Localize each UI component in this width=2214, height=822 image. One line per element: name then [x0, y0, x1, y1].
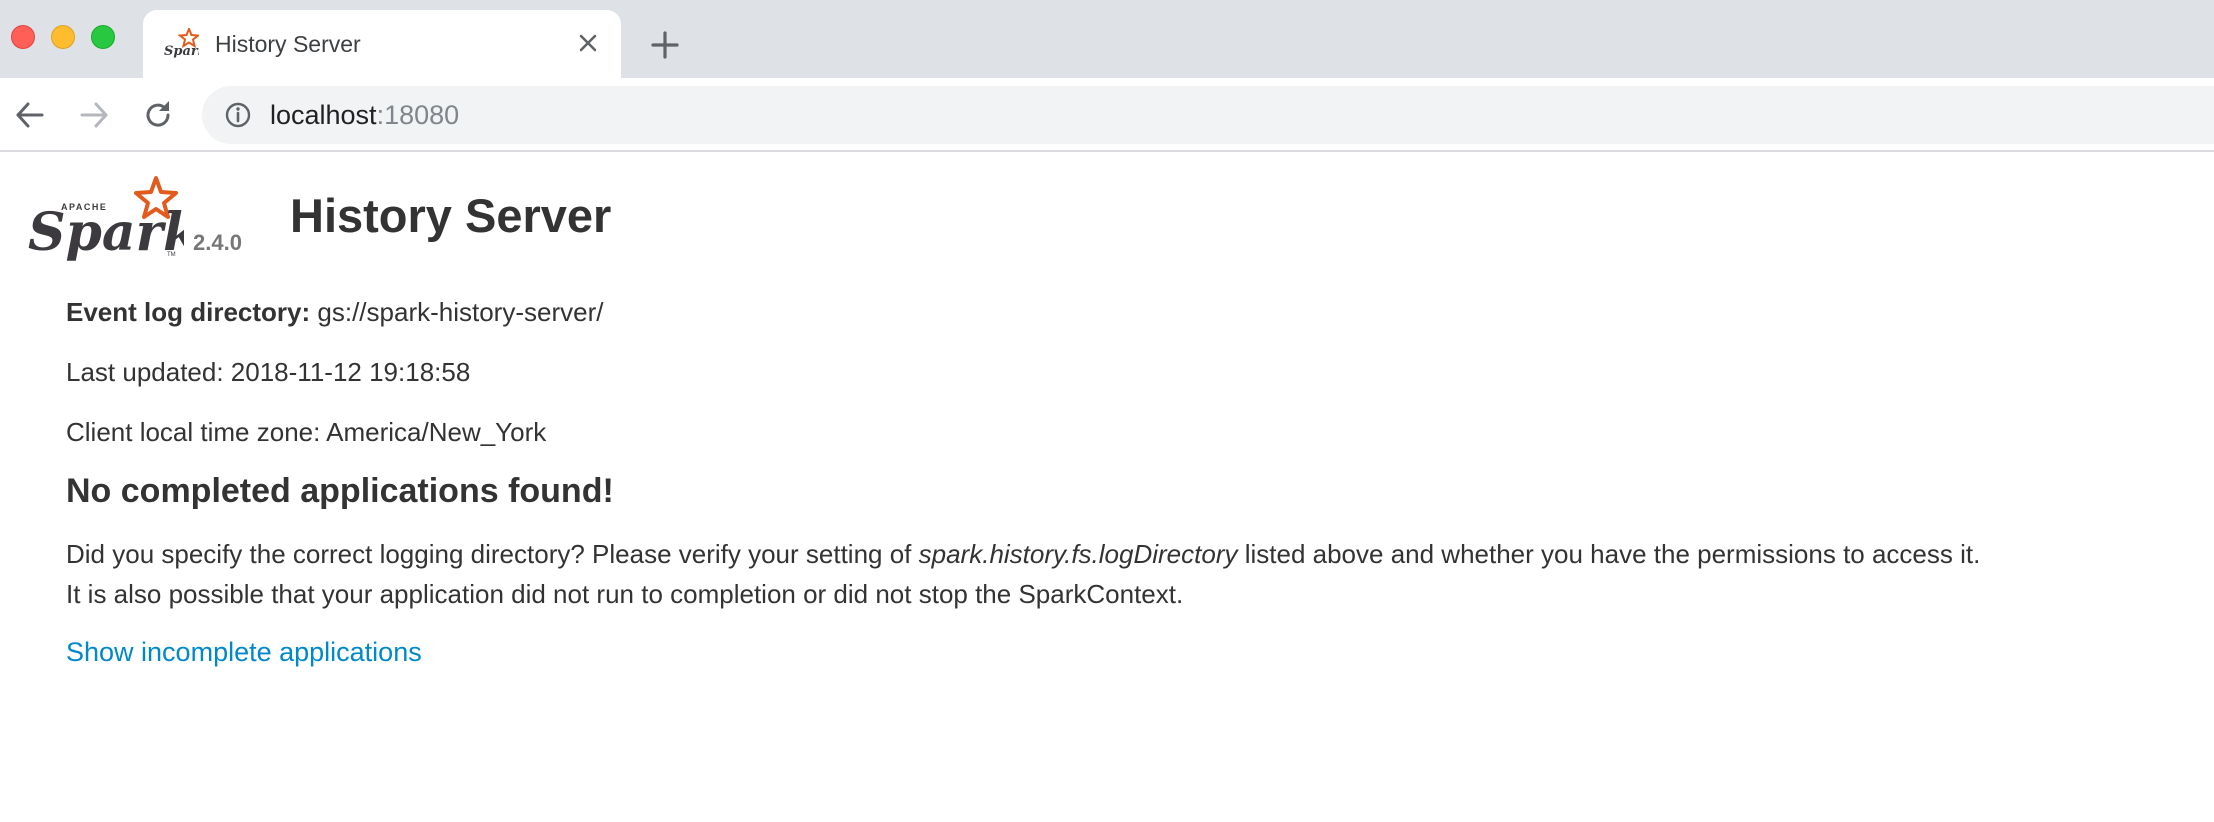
- event-log-directory: Event log directory: gs://spark-history-…: [66, 297, 603, 328]
- info-icon[interactable]: [224, 101, 252, 129]
- url-port: :18080: [376, 100, 460, 130]
- reload-icon[interactable]: [140, 97, 176, 133]
- maximize-window-button[interactable]: [91, 25, 115, 49]
- page-title: History Server: [290, 189, 612, 242]
- event-log-value: gs://spark-history-server/: [317, 297, 604, 327]
- description-part1: Did you specify the correct logging dire…: [66, 539, 919, 569]
- tab-history-server[interactable]: Spark History Server: [143, 10, 621, 78]
- no-applications-heading: No completed applications found!: [66, 472, 614, 510]
- spark-logo-icon: Spark: [164, 28, 199, 58]
- url-host: localhost: [270, 100, 377, 130]
- close-icon[interactable]: [573, 28, 603, 58]
- back-arrow-icon[interactable]: [12, 97, 48, 133]
- spark-logo[interactable]: APACHE Spark TM: [24, 172, 184, 264]
- url-text[interactable]: localhost:18080: [270, 100, 459, 131]
- logo-spark-text: Spark: [28, 202, 184, 263]
- client-time-zone: Client local time zone: America/New_York: [66, 417, 547, 447]
- address-bar[interactable]: localhost:18080: [202, 86, 2214, 144]
- forward-arrow-icon[interactable]: [76, 97, 112, 133]
- last-updated: Last updated: 2018-11-12 19:18:58: [66, 357, 471, 387]
- logo-tm: TM: [167, 252, 176, 258]
- event-log-label: Event log directory:: [66, 297, 311, 327]
- minimize-window-button[interactable]: [51, 25, 75, 49]
- tab-title: History Server: [215, 31, 361, 57]
- description-line2: It is also possible that your applicatio…: [66, 579, 1184, 609]
- close-window-button[interactable]: [11, 25, 35, 49]
- svg-text:Spark: Spark: [164, 44, 199, 58]
- spark-version: 2.4.0: [193, 230, 242, 255]
- log-directory-setting: spark.history.fs.logDirectory: [918, 539, 1238, 569]
- browser-toolbar: localhost:18080: [0, 78, 2214, 152]
- browser-tab-strip: Spark History Server: [0, 0, 2214, 78]
- show-incomplete-applications-link[interactable]: Show incomplete applications: [66, 637, 422, 668]
- help-description: Did you specify the correct logging dire…: [66, 534, 2196, 614]
- description-part2: listed above and whether you have the pe…: [1237, 539, 1981, 569]
- plus-icon[interactable]: [648, 28, 682, 62]
